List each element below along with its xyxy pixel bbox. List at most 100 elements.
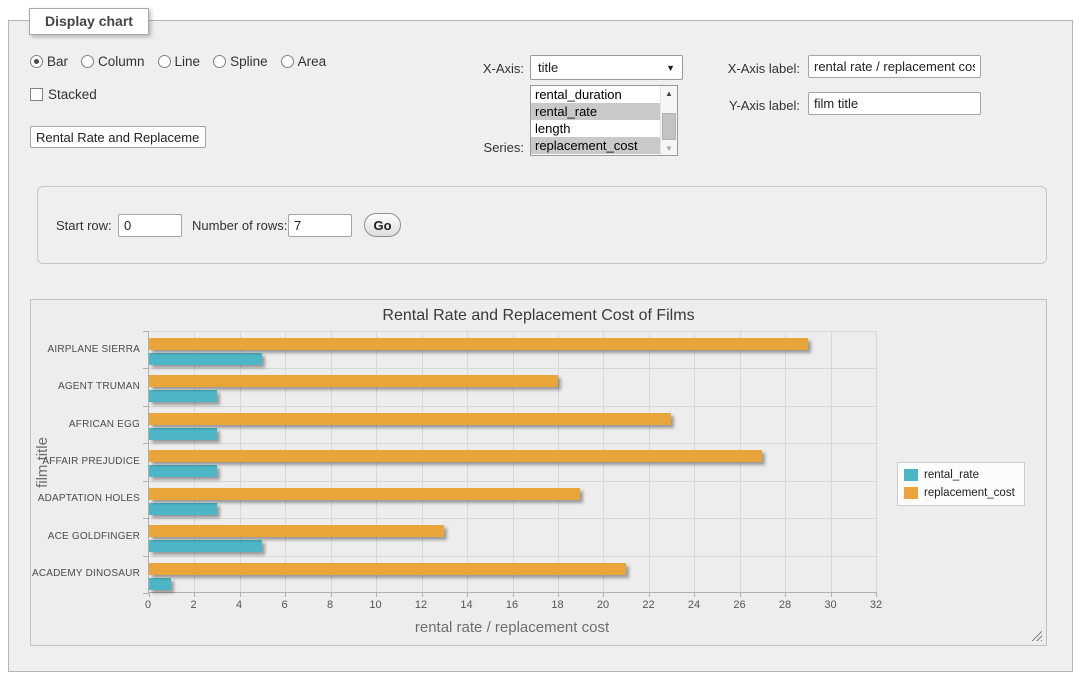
axis-tick [694, 592, 695, 597]
bar-replacement_cost [149, 413, 671, 425]
gridline [149, 331, 876, 332]
bar-replacement_cost [149, 338, 808, 350]
radio-icon [281, 55, 294, 68]
chart-type-radio-group: Bar Column Line Spline Area [30, 54, 326, 69]
axis-tick [513, 592, 514, 597]
start-row-input[interactable] [118, 214, 182, 237]
axis-tick [740, 592, 741, 597]
axis-tick [649, 592, 650, 597]
axis-tick [143, 331, 149, 332]
x-tick-label: 22 [629, 599, 669, 611]
bar-rental_rate [149, 390, 217, 402]
radio-icon [158, 55, 171, 68]
x-tick-label: 16 [492, 599, 532, 611]
resize-handle-icon[interactable] [1031, 630, 1042, 641]
axis-tick [143, 443, 149, 444]
axis-tick [785, 592, 786, 597]
axis-tick [143, 368, 149, 369]
category-label: AGENT TRUMAN [31, 381, 140, 392]
gridline [149, 556, 876, 557]
gridline [785, 331, 786, 592]
legend-label: replacement_cost [924, 487, 1015, 499]
x-tick-label: 24 [674, 599, 714, 611]
gridline [149, 406, 876, 407]
x-tick-labels: 02468101214161820222426283032 [148, 599, 876, 613]
chart-type-label: Column [98, 54, 145, 69]
series-option-rental_rate[interactable]: rental_rate [531, 103, 660, 120]
scrollbar-thumb[interactable] [662, 113, 676, 140]
bar-rental_rate [149, 465, 217, 477]
bar-rental_rate [149, 503, 217, 515]
axis-tick [149, 592, 150, 597]
x-axis-title: rental rate / replacement cost [148, 619, 876, 636]
bar-rental_rate [149, 578, 171, 590]
gridline [149, 368, 876, 369]
radio-icon [81, 55, 94, 68]
chart-type-column[interactable]: Column [81, 54, 145, 69]
series-option-rental_duration[interactable]: rental_duration [531, 86, 660, 103]
axis-tick [876, 592, 877, 597]
legend-item[interactable]: replacement_cost [904, 487, 1015, 499]
stacked-label: Stacked [48, 87, 97, 102]
chart-type-bar[interactable]: Bar [30, 54, 68, 69]
stacked-checkbox[interactable]: Stacked [30, 87, 97, 102]
legend-swatch-icon [904, 469, 918, 481]
bar-replacement_cost [149, 525, 444, 537]
x-tick-label: 0 [128, 599, 168, 611]
legend-item[interactable]: rental_rate [904, 469, 1015, 481]
axis-tick [143, 556, 149, 557]
legend-swatch-icon [904, 487, 918, 499]
x-tick-label: 8 [310, 599, 350, 611]
category-label: AFFAIR PREJUDICE [31, 456, 140, 467]
category-label: AFRICAN EGG [31, 419, 140, 430]
chart-type-line[interactable]: Line [158, 54, 201, 69]
bar-rental_rate [149, 428, 217, 440]
axis-tick [143, 593, 149, 594]
chart-type-label: Spline [230, 54, 268, 69]
display-chart-panel: Display chart BarColumnLineSplineArea St… [8, 20, 1073, 672]
axis-tick [240, 592, 241, 597]
page: Display chart BarColumnLineSplineArea St… [0, 0, 1081, 681]
x-tick-label: 14 [447, 599, 487, 611]
x-tick-label: 6 [265, 599, 305, 611]
x-tick-label: 28 [765, 599, 805, 611]
go-button[interactable]: Go [364, 213, 401, 237]
axis-tick [467, 592, 468, 597]
series-option-length[interactable]: length [531, 120, 660, 137]
x-axis-label-field-label: X-Axis label: [650, 61, 800, 76]
x-tick-label: 30 [811, 599, 851, 611]
x-tick-label: 20 [583, 599, 623, 611]
chart-type-spline[interactable]: Spline [213, 54, 268, 69]
scroll-down-icon[interactable]: ▼ [661, 141, 677, 155]
chart-legend: rental_rate replacement_cost [897, 462, 1025, 506]
axis-tick [143, 518, 149, 519]
series-field-label: Series: [404, 140, 524, 155]
category-label: ACE GOLDFINGER [31, 531, 140, 542]
checkbox-icon [30, 88, 43, 101]
y-axis-label-input[interactable] [808, 92, 981, 115]
category-label: ACADEMY DINOSAUR [31, 568, 140, 579]
x-axis-field-label: X-Axis: [404, 61, 524, 76]
axis-tick [143, 406, 149, 407]
y-category-labels: AIRPLANE SIERRA AGENT TRUMAN AFRICAN EGG AF… [31, 331, 140, 593]
x-tick-label: 18 [538, 599, 578, 611]
num-rows-input[interactable] [288, 214, 352, 237]
x-tick-label: 4 [219, 599, 259, 611]
y-axis-label-field-label: Y-Axis label: [650, 98, 800, 113]
listbox-scrollbar[interactable]: ▲ ▼ [660, 86, 677, 155]
x-axis-label-input[interactable] [808, 55, 981, 78]
bar-replacement_cost [149, 563, 626, 575]
chart-title-input[interactable] [30, 126, 206, 148]
chart-title: Rental Rate and Replacement Cost of Film… [31, 307, 1046, 325]
bar-rental_rate [149, 540, 262, 552]
gridline [149, 481, 876, 482]
category-label: AIRPLANE SIERRA [31, 344, 140, 355]
series-listbox[interactable]: rental_durationrental_ratelengthreplacem… [530, 85, 678, 156]
x-tick-label: 2 [174, 599, 214, 611]
radio-icon [213, 55, 226, 68]
chart-type-area[interactable]: Area [281, 54, 327, 69]
series-option-replacement_cost[interactable]: replacement_cost [531, 137, 660, 154]
axis-tick [376, 592, 377, 597]
category-label: ADAPTATION HOLES [31, 493, 140, 504]
chart-type-label: Line [175, 54, 201, 69]
